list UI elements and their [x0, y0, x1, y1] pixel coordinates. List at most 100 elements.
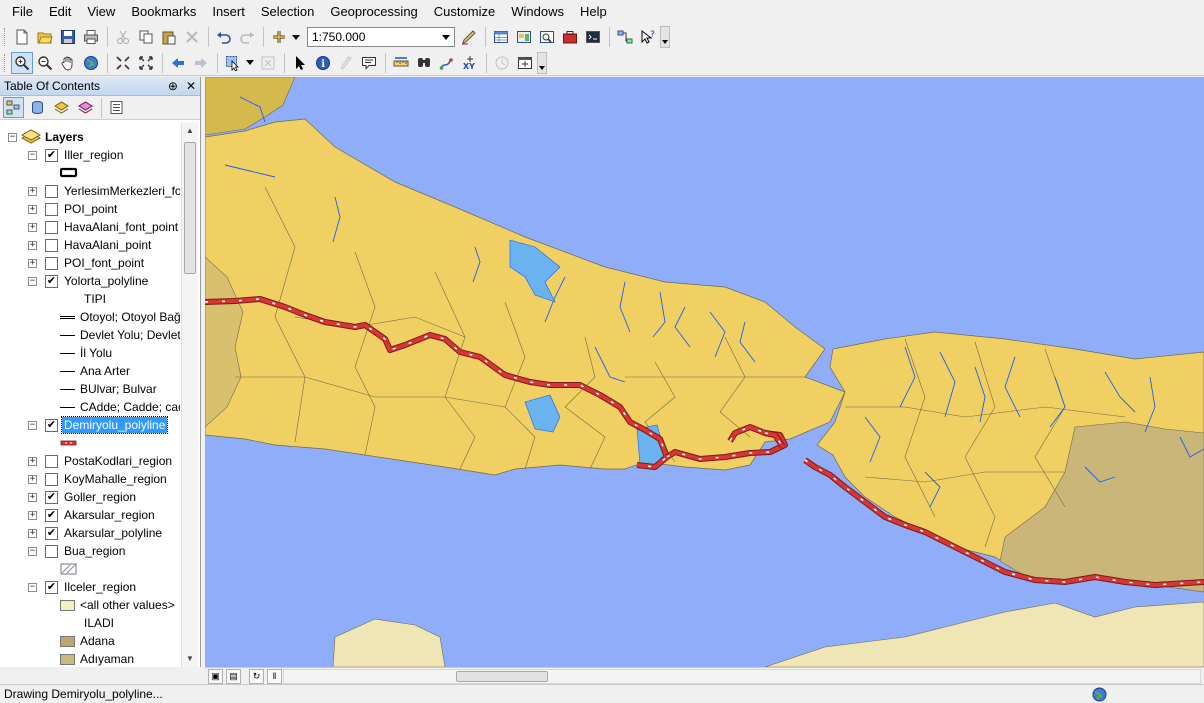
- zoom-in-icon[interactable]: [11, 51, 33, 74]
- toolbar-overflow-button[interactable]: [660, 26, 670, 48]
- zoom-out-icon[interactable]: [34, 52, 56, 74]
- find-icon[interactable]: [413, 52, 435, 74]
- clear-selection-icon[interactable]: [257, 52, 279, 74]
- menu-edit[interactable]: Edit: [41, 0, 79, 24]
- select-elements-icon[interactable]: [289, 52, 311, 74]
- refresh-icon[interactable]: ↻: [249, 668, 264, 684]
- layer-visibility-checkbox[interactable]: [45, 238, 58, 252]
- menu-selection[interactable]: Selection: [253, 0, 322, 24]
- options-icon[interactable]: [106, 97, 127, 118]
- layer-visibility-checkbox[interactable]: ✔: [45, 508, 58, 522]
- data-view-icon[interactable]: ▤: [226, 668, 241, 684]
- layer-name-label[interactable]: Yolorta_polyline: [62, 273, 150, 289]
- toc-layer-bua-region[interactable]: − Bua_region: [28, 542, 127, 560]
- layer-visibility-checkbox[interactable]: ✔: [45, 274, 58, 288]
- layer-name-label[interactable]: Bua_region: [62, 543, 127, 559]
- delete-icon[interactable]: [181, 26, 203, 48]
- toc-layer-yolorta-polyline[interactable]: − ✔ Yolorta_polyline: [28, 272, 150, 290]
- open-folder-icon[interactable]: [34, 26, 56, 48]
- forward-extent-icon[interactable]: [190, 52, 212, 74]
- toolbar-overflow-button[interactable]: [537, 51, 547, 74]
- toc-layer-iller-region[interactable]: − ✔ Iller_region: [28, 146, 125, 164]
- layer-name-label[interactable]: Goller_region: [62, 489, 138, 505]
- select-features-dropdown-icon[interactable]: [246, 60, 254, 65]
- layer-name-label[interactable]: HavaAlani_point: [62, 237, 153, 253]
- layer-visibility-checkbox[interactable]: [45, 454, 58, 468]
- pin-icon[interactable]: ⊕: [168, 79, 178, 93]
- editor-icon[interactable]: [458, 26, 480, 48]
- layer-visibility-checkbox[interactable]: ✔: [45, 418, 58, 432]
- back-extent-icon[interactable]: [167, 52, 189, 74]
- layer-symbol-row[interactable]: [60, 434, 78, 452]
- new-document-icon[interactable]: [11, 26, 33, 48]
- layer-name-label[interactable]: Demiryolu_polyline: [60, 416, 169, 434]
- layer-name-label[interactable]: POI_point: [62, 201, 119, 217]
- collapse-icon[interactable]: −: [28, 150, 37, 160]
- expand-icon[interactable]: +: [28, 510, 37, 520]
- whats-this-icon[interactable]: ?: [637, 26, 659, 48]
- menu-geoprocessing[interactable]: Geoprocessing: [322, 0, 425, 24]
- expand-icon[interactable]: +: [28, 222, 37, 232]
- layer-visibility-checkbox[interactable]: [45, 202, 58, 216]
- map-canvas[interactable]: [205, 77, 1204, 667]
- expand-icon[interactable]: +: [28, 186, 37, 196]
- full-extent-globe-icon[interactable]: [80, 52, 102, 74]
- layer-visibility-checkbox[interactable]: [45, 544, 58, 558]
- list-by-source-icon[interactable]: [27, 97, 48, 118]
- toc-layer-postakodlari-region[interactable]: + PostaKodlari_region: [28, 452, 174, 470]
- model-builder-icon[interactable]: [614, 26, 636, 48]
- legend-class-row[interactable]: Otoyol; Otoyol Bağ: [60, 308, 180, 326]
- legend-class-row[interactable]: <all other values>: [60, 596, 177, 614]
- cut-icon[interactable]: [112, 26, 134, 48]
- add-data-icon[interactable]: [268, 26, 290, 48]
- toc-layer-yerlesimmerkezleri-fo[interactable]: + YerlesimMerkezleri_fo: [28, 182, 180, 200]
- find-route-icon[interactable]: [436, 52, 458, 74]
- legend-class-row[interactable]: Adıyaman: [60, 650, 136, 667]
- layer-symbol-row[interactable]: [60, 164, 78, 182]
- layer-name-label[interactable]: HavaAlani_font_point: [62, 219, 180, 235]
- toolbar-grip[interactable]: [4, 53, 7, 72]
- toc-layer-havaalani-font-point[interactable]: + HavaAlani_font_point: [28, 218, 180, 236]
- undo-icon[interactable]: [213, 26, 235, 48]
- time-slider-icon[interactable]: [491, 52, 513, 74]
- table-icon[interactable]: [490, 26, 512, 48]
- close-icon[interactable]: ✕: [186, 79, 196, 93]
- copy-icon[interactable]: [135, 26, 157, 48]
- expand-icon[interactable]: +: [28, 528, 37, 538]
- expand-icon[interactable]: +: [28, 240, 37, 250]
- layer-name-label[interactable]: PostaKodlari_region: [62, 453, 174, 469]
- hyperlink-icon[interactable]: [335, 52, 357, 74]
- map-view[interactable]: [205, 77, 1204, 667]
- list-by-visibility-icon[interactable]: [51, 97, 72, 118]
- map-scroll-thumb[interactable]: [456, 671, 548, 682]
- toc-layer-koymahalle-region[interactable]: + KoyMahalle_region: [28, 470, 169, 488]
- menu-bookmarks[interactable]: Bookmarks: [123, 0, 204, 24]
- layer-name-label[interactable]: Akarsular_region: [62, 507, 157, 523]
- menu-customize[interactable]: Customize: [426, 0, 503, 24]
- legend-class-row[interactable]: Ana Arter: [60, 362, 132, 380]
- select-features-icon[interactable]: [222, 52, 244, 74]
- legend-class-row[interactable]: BUlvar; Bulvar: [60, 380, 159, 398]
- scroll-down-icon[interactable]: ▼: [182, 650, 198, 667]
- collapse-icon[interactable]: −: [28, 546, 37, 556]
- scroll-up-icon[interactable]: ▲: [182, 122, 198, 139]
- collapse-icon[interactable]: −: [28, 276, 37, 286]
- menu-insert[interactable]: Insert: [204, 0, 253, 24]
- identify-icon[interactable]: i: [312, 52, 334, 74]
- measure-icon[interactable]: [390, 52, 412, 74]
- fixed-zoom-in-icon[interactable]: [112, 52, 134, 74]
- catalog-icon[interactable]: [513, 26, 535, 48]
- expand-icon[interactable]: +: [28, 456, 37, 466]
- save-icon[interactable]: [57, 26, 79, 48]
- legend-class-row[interactable]: Devlet Yolu; Devlet: [60, 326, 180, 344]
- toc-layer-demiryolu-polyline[interactable]: − ✔ Demiryolu_polyline: [28, 416, 169, 434]
- add-data-dropdown-icon[interactable]: [292, 34, 300, 40]
- toc-root-row[interactable]: − Layers: [8, 128, 86, 146]
- layer-visibility-checkbox[interactable]: ✔: [45, 580, 58, 594]
- layer-visibility-checkbox[interactable]: [45, 256, 58, 270]
- viewer-window-icon[interactable]: [514, 52, 536, 74]
- layer-visibility-checkbox[interactable]: [45, 472, 58, 486]
- expand-icon[interactable]: +: [28, 474, 37, 484]
- toc-layer-akarsular-region[interactable]: + ✔ Akarsular_region: [28, 506, 157, 524]
- pan-hand-icon[interactable]: [57, 52, 79, 74]
